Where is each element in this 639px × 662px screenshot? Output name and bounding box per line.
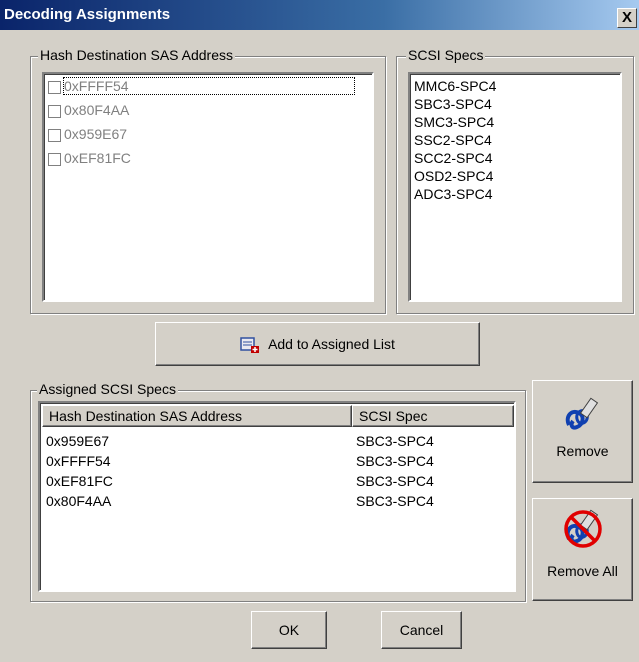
column-header-address[interactable]: Hash Destination SAS Address [42, 405, 352, 427]
row-address: 0x80F4AA [46, 493, 112, 509]
ok-button[interactable]: OK [251, 611, 327, 649]
remove-all-icon [564, 509, 602, 548]
table-row[interactable]: 0xFFFF54 SBC3-SPC4 [46, 453, 434, 471]
row-address: 0xEF81FC [46, 473, 113, 489]
row-address: 0xFFFF54 [46, 453, 111, 469]
scsi-spec-item[interactable]: MMC6-SPC4 [414, 78, 496, 94]
assigned-specs-table[interactable]: Hash Destination SAS Address SCSI Spec 0… [38, 401, 516, 592]
remove-icon [565, 397, 599, 430]
title-bar: Decoding Assignments X [0, 0, 639, 30]
row-spec: SBC3-SPC4 [356, 493, 434, 509]
remove-all-button-label: Remove All [547, 563, 618, 579]
add-to-assigned-list-button[interactable]: Add to Assigned List [155, 322, 480, 366]
assigned-specs-group-label: Assigned SCSI Specs [37, 381, 178, 397]
cancel-button[interactable]: Cancel [381, 611, 462, 649]
row-spec: SBC3-SPC4 [356, 453, 434, 469]
scsi-spec-item[interactable]: SCC2-SPC4 [414, 150, 493, 166]
table-row[interactable]: 0x959E67 SBC3-SPC4 [46, 433, 434, 451]
hash-address-item[interactable]: 0x80F4AA [48, 102, 129, 122]
scsi-spec-item[interactable]: SBC3-SPC4 [414, 96, 492, 112]
hash-address-item[interactable]: 0xEF81FC [48, 150, 131, 170]
remove-all-button[interactable]: Remove All [532, 498, 633, 601]
column-header-scsi-spec[interactable]: SCSI Spec [352, 405, 514, 427]
hash-address-group-label: Hash Destination SAS Address [38, 47, 235, 63]
scsi-specs-group-label: SCSI Specs [406, 47, 486, 63]
add-to-list-icon [240, 337, 260, 354]
row-spec: SBC3-SPC4 [356, 433, 434, 449]
scsi-spec-item[interactable]: SSC2-SPC4 [414, 132, 492, 148]
table-row[interactable]: 0x80F4AA SBC3-SPC4 [46, 493, 434, 511]
checkbox[interactable] [48, 104, 61, 118]
close-icon: X [621, 9, 632, 26]
scsi-spec-item[interactable]: ADC3-SPC4 [414, 186, 493, 202]
scsi-specs-list[interactable]: MMC6-SPC4 SBC3-SPC4 SMC3-SPC4 SSC2-SPC4 … [408, 72, 622, 302]
close-button[interactable]: X [617, 8, 637, 28]
row-address: 0x959E67 [46, 433, 110, 449]
remove-button-label: Remove [556, 443, 609, 459]
checkbox[interactable] [48, 152, 61, 166]
cancel-button-label: Cancel [399, 622, 444, 638]
add-to-assigned-list-label: Add to Assigned List [268, 336, 395, 352]
window-title: Decoding Assignments [4, 6, 171, 23]
checkbox[interactable] [48, 80, 61, 94]
hash-address-item[interactable]: 0xFFFF54 [48, 77, 355, 98]
hash-address-list[interactable]: 0xFFFF54 0x80F4AA 0x959E67 0xEF81FC [42, 72, 374, 302]
checkbox[interactable] [48, 128, 61, 142]
scsi-spec-item[interactable]: OSD2-SPC4 [414, 168, 493, 184]
table-row[interactable]: 0xEF81FC SBC3-SPC4 [46, 473, 434, 491]
row-spec: SBC3-SPC4 [356, 473, 434, 489]
scsi-spec-item[interactable]: SMC3-SPC4 [414, 114, 494, 130]
ok-button-label: OK [278, 622, 300, 638]
remove-button[interactable]: Remove [532, 380, 633, 483]
hash-address-item[interactable]: 0x959E67 [48, 126, 127, 146]
